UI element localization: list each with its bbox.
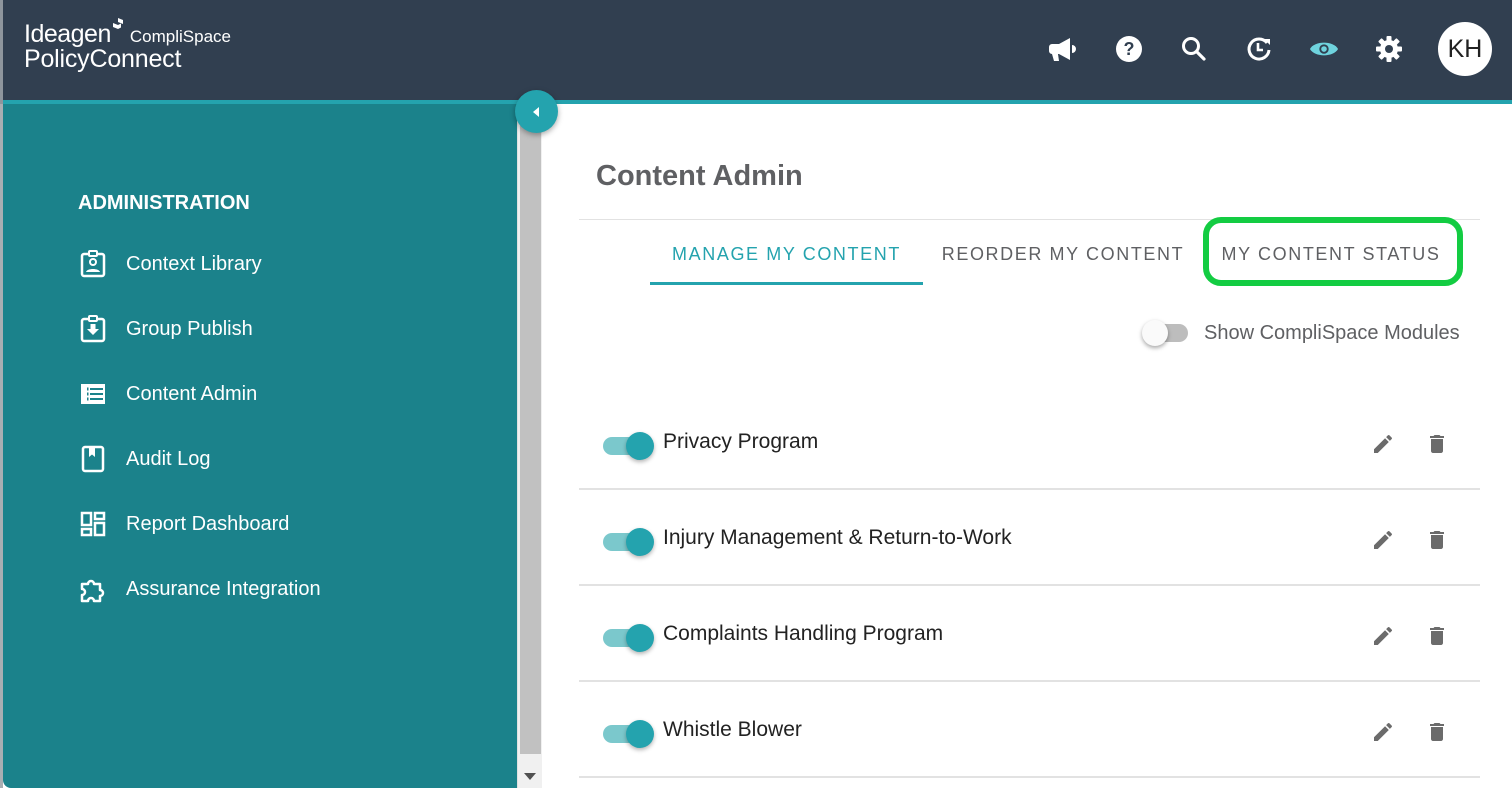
toggle-switch-off[interactable] [1142,318,1194,348]
book-bookmark-icon [78,444,108,474]
contact-badge-icon [78,249,108,279]
list-item: Complaints Handling Program [579,586,1480,682]
toggle-label: Show CompliSpace Modules [1204,321,1460,344]
dashboard-icon [78,509,108,539]
preview-eye-icon[interactable] [1309,34,1339,64]
scrollbar-thumb[interactable] [520,104,541,754]
tab-reorder-my-content[interactable]: REORDER MY CONTENT [923,224,1203,285]
sidebar-item-label: Assurance Integration [126,577,321,600]
delete-trash-icon[interactable] [1425,432,1449,456]
clipboard-download-icon [78,314,108,344]
enable-toggle[interactable] [603,718,659,748]
delete-trash-icon[interactable] [1425,528,1449,552]
sidebar-container: ADMINISTRATION Context Library Group Pub… [0,104,542,788]
chevron-left-icon [532,106,539,117]
content-item-name: Privacy Program [663,430,819,453]
sidebar-item-label: Group Publish [126,317,253,340]
main-content: Content Admin MANAGE MY CONTENT REORDER … [542,104,1512,788]
announcements-icon[interactable] [1049,34,1079,64]
help-icon[interactable]: ? [1114,34,1144,64]
edit-pencil-icon[interactable] [1371,624,1395,648]
puzzle-icon [78,574,108,604]
delete-trash-icon[interactable] [1425,720,1449,744]
sidebar-scrollbar[interactable] [517,104,542,788]
toggle-knob [1142,320,1168,346]
content-item-name: Injury Management & Return-to-Work [663,526,1012,549]
content-item-name: Complaints Handling Program [663,622,944,645]
sidebar-item-label: Context Library [126,252,262,275]
enable-toggle[interactable] [603,526,659,556]
sidebar-item-report-dashboard[interactable]: Report Dashboard [78,509,289,539]
brand-product: PolicyConnect [24,45,182,73]
tab-my-content-status[interactable]: MY CONTENT STATUS [1203,224,1459,285]
collapse-sidebar-button[interactable] [515,90,558,133]
scroll-down-arrow-icon[interactable] [524,773,536,780]
brand-logo[interactable]: Ideagen CompliSpace PolicyConnect [24,18,231,74]
toggle-knob [626,528,654,556]
divider [579,219,1480,220]
sidebar-section-title: ADMINISTRATION [78,192,250,214]
content-item-name: Whistle Blower [663,718,802,741]
content-tabs: MANAGE MY CONTENT REORDER MY CONTENT MY … [650,224,1459,285]
history-icon[interactable] [1244,34,1274,64]
search-icon[interactable] [1179,34,1209,64]
sidebar-item-audit-log[interactable]: Audit Log [78,444,211,474]
svg-text:?: ? [1124,39,1135,59]
toggle-knob [626,720,654,748]
delete-trash-icon[interactable] [1425,624,1449,648]
sidebar: ADMINISTRATION Context Library Group Pub… [3,104,517,788]
ideagen-mark-icon [112,18,124,32]
sidebar-item-label: Content Admin [126,382,258,405]
user-avatar[interactable]: KH [1438,22,1492,76]
toggle-knob [626,624,654,652]
sidebar-item-content-admin[interactable]: Content Admin [78,379,257,409]
brand-complispace: CompliSpace [129,27,231,46]
list-icon [78,379,108,409]
sidebar-item-assurance-integration[interactable]: Assurance Integration [78,574,321,604]
header-actions: ? KH [1014,22,1492,76]
content-list: Privacy Program Injury Management & Retu… [579,394,1480,778]
top-header: Ideagen CompliSpace PolicyConnect ? KH [0,0,1512,104]
window-edge [0,0,3,104]
enable-toggle[interactable] [603,622,659,652]
toggle-knob [626,432,654,460]
sidebar-item-label: Report Dashboard [126,512,290,535]
list-item: Privacy Program [579,394,1480,490]
page-title: Content Admin [596,160,803,192]
enable-toggle[interactable] [603,430,659,460]
edit-pencil-icon[interactable] [1371,720,1395,744]
sidebar-item-group-publish[interactable]: Group Publish [78,314,253,344]
sidebar-item-label: Audit Log [126,447,211,470]
edit-pencil-icon[interactable] [1371,528,1395,552]
settings-gear-icon[interactable] [1374,34,1404,64]
list-item: Whistle Blower [579,682,1480,778]
list-item: Injury Management & Return-to-Work [579,490,1480,586]
sidebar-item-context-library[interactable]: Context Library [78,249,262,279]
tab-manage-my-content[interactable]: MANAGE MY CONTENT [650,224,923,285]
edit-pencil-icon[interactable] [1371,432,1395,456]
show-complispace-modules-toggle[interactable]: Show CompliSpace Modules [1142,318,1460,348]
